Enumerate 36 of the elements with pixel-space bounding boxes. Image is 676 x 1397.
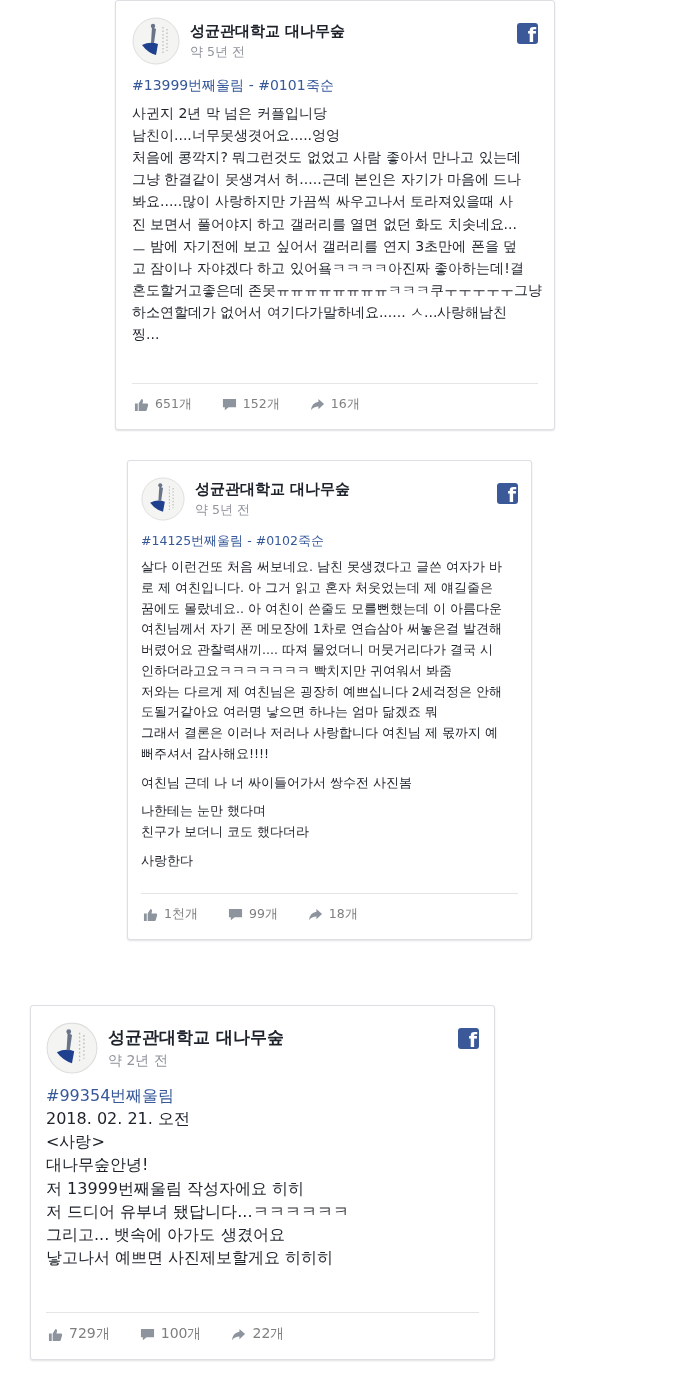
hashtag-link[interactable]: #14125번째울림 - #0102죽순: [141, 533, 324, 550]
post-text: 사랑한다: [141, 851, 193, 870]
post-text: 여친님 근데 나 너 싸이들어가서 쌍수전 사진봄: [141, 773, 412, 792]
page-name[interactable]: 성균관대학교 대나무숲: [190, 21, 346, 41]
comment-icon[interactable]: [139, 1326, 155, 1342]
avatar-icon[interactable]: [141, 477, 185, 521]
post-text: 사귄지 2년 막 넘은 커플입니당 남친이....너무못생겻어요.....엉엉 처음에 콩깍지? 뭐그런것도 없었고 사람 좋아서 만나고 있는데 그냥 한결같이 못생겨서 허.....근데 본인은 자기가 마음에 드나 봐요.....많이 사랑하지만 가끔씩 싸우고나서 토라져있을때 사 진 보면서 풀어야지 하고 갤러리를 열면 없던 화도 치솟네요... ㅡ 밤에 자기전에 보고 싶어서 갤러리를 연지 3초만에 폰을 덮 고 잠이나 자야겠다 하고 있어욬ㅋㅋㅋㅋ아진짜 좋아하는데!결 혼도할거고좋은데 존못ㅠㅠㅠㅠㅠㅠㅠㅠㅋㅋㅋ쿠ㅜㅜㅜㅜㅜ그냥 하소연할데가 없어서 여기다가말하네요...... ㅅ...사랑해남친 찡...: [132, 104, 543, 345]
avatar-icon[interactable]: [46, 1022, 98, 1074]
thumbs-up-icon[interactable]: [134, 397, 149, 412]
hashtag-link[interactable]: #99354번째울림: [46, 1086, 175, 1107]
post-text: 살다 이런건또 처음 써보네요. 남친 못생겼다고 글쓴 여자가 바 로 제 여친입니다. 아 그거 읽고 혼자 처웃었는데 제 얘길줄은 꿈에도 몰랐네요.. 아 여친이 쓴줄도 모를뻔했는데 이 아름다운 여친님께서 자기 폰 메모장에 1차로 연습삼아 써놓은걸 발견해 버렸어요 관찰력새끼.... 따져 물었더니 머뭇거리다가 결국 시 인하더라고요ㅋㅋㅋㅋㅋㅋㅋ 빡치지만 귀여워서 봐줌 저와는 다르게 제 여친님은 굉장히 예쁘십니다 2세걱정은 안해 도될거같아요 여러명 낳으면 하나는 엄마 닮겠죠 뭐 그래서 결론은 이러나 저러나 사랑합니다 여친님 제 몫까지 예 뻐주셔서 감사해요!!!!: [141, 558, 502, 763]
facebook-logo[interactable]: f: [517, 23, 538, 44]
thumbs-up-icon[interactable]: [48, 1326, 63, 1342]
page-name[interactable]: 성균관대학교 대나무숲: [195, 479, 351, 499]
share-icon[interactable]: [307, 907, 323, 922]
comment-icon[interactable]: [227, 907, 243, 922]
avatar-icon[interactable]: [132, 17, 180, 65]
facebook-logo[interactable]: f: [458, 1028, 479, 1049]
page-name[interactable]: 성균관대학교 대나무숲: [108, 1026, 284, 1049]
comment-count: 100개: [160, 1325, 202, 1343]
share-count: 22개: [252, 1325, 285, 1343]
thumbs-up-icon[interactable]: [143, 907, 158, 922]
share-count: 16개: [330, 396, 360, 413]
comment-count: 99개: [248, 906, 278, 923]
share-icon[interactable]: [309, 397, 325, 412]
hashtag-link[interactable]: #13999번째울림 - #0101죽순: [132, 77, 334, 95]
like-count: 729개: [69, 1325, 110, 1343]
post-text: 2018. 02. 21. 오전 <사랑> 대나무숲안녕! 저 13999번째울림 작성자에요 히히 저 드디어 유부녀 됐답니다...ㅋㅋㅋㅋㅋㅋ 그리고... 뱃속에 아가도 생겼어요 낳고나서 예쁘면 사진제보할게요 히히히: [46, 1108, 349, 1270]
like-count: 651개: [155, 396, 192, 413]
comment-icon[interactable]: [221, 397, 237, 412]
share-count: 18개: [328, 906, 358, 923]
post-text: 나한테는 눈만 했다며 친구가 보더니 코도 했다더라: [141, 802, 309, 841]
share-icon[interactable]: [231, 1326, 247, 1342]
like-count: 1천개: [164, 906, 198, 923]
comment-count: 152개: [242, 396, 280, 413]
facebook-logo[interactable]: f: [497, 483, 518, 504]
